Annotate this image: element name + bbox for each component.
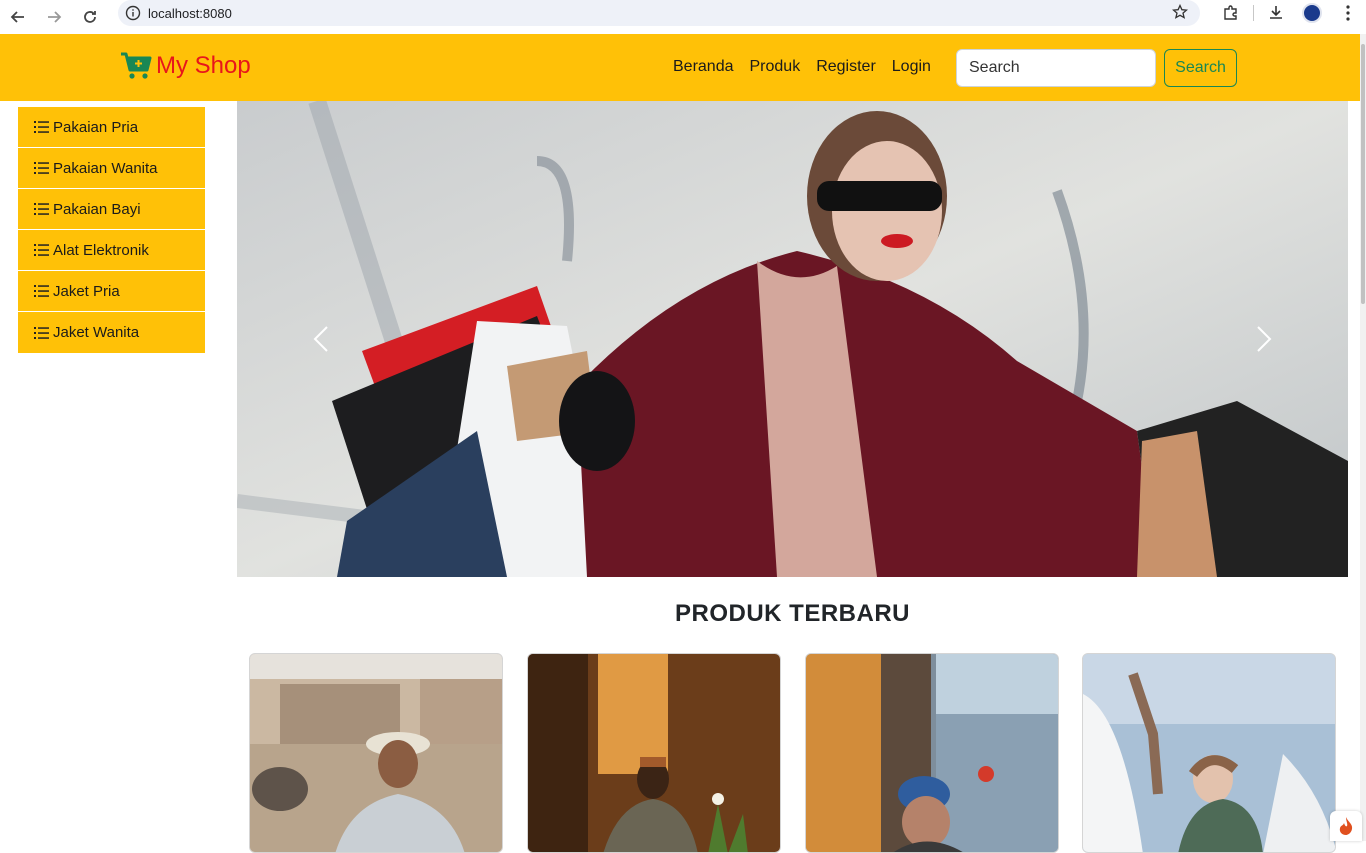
navbar: My Shop Beranda Produk Register Login Se…: [0, 34, 1360, 101]
chevron-right-icon: [1256, 325, 1272, 353]
list-icon: [34, 203, 49, 215]
list-icon: [34, 285, 49, 297]
chevron-left-icon: [313, 325, 329, 353]
section-title: PRODUK TERBARU: [237, 600, 1348, 628]
floating-fire-button[interactable]: [1330, 811, 1362, 841]
menu-button[interactable]: [1330, 0, 1366, 26]
nav-link-beranda[interactable]: Beranda: [665, 58, 742, 76]
carousel-prev-button[interactable]: [309, 319, 333, 359]
list-icon: [34, 162, 49, 174]
category-item-jaket-pria[interactable]: Jaket Pria: [18, 271, 205, 312]
reload-icon: [82, 9, 98, 25]
back-button[interactable]: [0, 0, 36, 34]
category-item-pakaian-bayi[interactable]: Pakaian Bayi: [18, 189, 205, 230]
address-bar[interactable]: localhost:8080: [118, 0, 1200, 26]
category-label: Jaket Wanita: [53, 324, 139, 341]
product-image: [806, 654, 1059, 853]
category-item-pakaian-wanita[interactable]: Pakaian Wanita: [18, 148, 205, 189]
nav-link-register[interactable]: Register: [808, 58, 884, 76]
category-sidebar: Pakaian Pria Pakaian Wanita Pakaian Bayi…: [18, 107, 205, 353]
product-card[interactable]: [805, 653, 1059, 853]
product-image: [528, 654, 781, 853]
brand-link[interactable]: My Shop: [120, 52, 251, 80]
category-label: Alat Elektronik: [53, 242, 149, 259]
downloads-button[interactable]: [1258, 0, 1294, 26]
category-item-jaket-wanita[interactable]: Jaket Wanita: [18, 312, 205, 353]
list-icon: [34, 327, 49, 339]
arrow-right-icon: [46, 9, 62, 25]
category-item-alat-elektronik[interactable]: Alat Elektronik: [18, 230, 205, 271]
download-icon: [1267, 4, 1285, 22]
category-label: Pakaian Bayi: [53, 201, 141, 218]
avatar: [1302, 3, 1322, 23]
category-label: Pakaian Pria: [53, 119, 138, 136]
page-scrollbar[interactable]: [1360, 34, 1366, 841]
bookmark-star-icon[interactable]: [1172, 4, 1188, 25]
site-info-icon[interactable]: [118, 5, 148, 21]
list-icon: [34, 244, 49, 256]
scrollbar-thumb[interactable]: [1361, 44, 1365, 304]
search-input[interactable]: [956, 49, 1156, 87]
brand-name: My Shop: [156, 52, 251, 80]
profile-button[interactable]: [1294, 0, 1330, 26]
shopping-cart-plus-icon: [120, 52, 152, 80]
product-image: [250, 654, 503, 853]
search-button[interactable]: Search: [1164, 49, 1237, 87]
category-label: Pakaian Wanita: [53, 160, 158, 177]
nav-link-login[interactable]: Login: [884, 58, 939, 76]
reload-button[interactable]: [72, 0, 108, 34]
hero-image: [237, 101, 1348, 577]
category-item-pakaian-pria[interactable]: Pakaian Pria: [18, 107, 205, 148]
product-image: [1083, 654, 1336, 853]
url-text: localhost:8080: [148, 6, 232, 21]
flame-icon: [1338, 816, 1354, 836]
forward-button[interactable]: [36, 0, 72, 34]
toolbar-divider: [1253, 5, 1254, 21]
extensions-button[interactable]: [1213, 0, 1249, 26]
nav-links: Beranda Produk Register Login: [665, 58, 939, 76]
kebab-menu-icon: [1346, 5, 1350, 21]
product-card[interactable]: [1082, 653, 1336, 853]
hero-carousel: [237, 101, 1348, 577]
list-icon: [34, 121, 49, 133]
carousel-next-button[interactable]: [1252, 319, 1276, 359]
arrow-left-icon: [10, 9, 26, 25]
product-card[interactable]: [249, 653, 503, 853]
browser-toolbar: localhost:8080: [0, 0, 1366, 34]
puzzle-icon: [1222, 4, 1240, 22]
category-label: Jaket Pria: [53, 283, 120, 300]
product-card[interactable]: [527, 653, 781, 853]
nav-link-produk[interactable]: Produk: [742, 58, 809, 76]
